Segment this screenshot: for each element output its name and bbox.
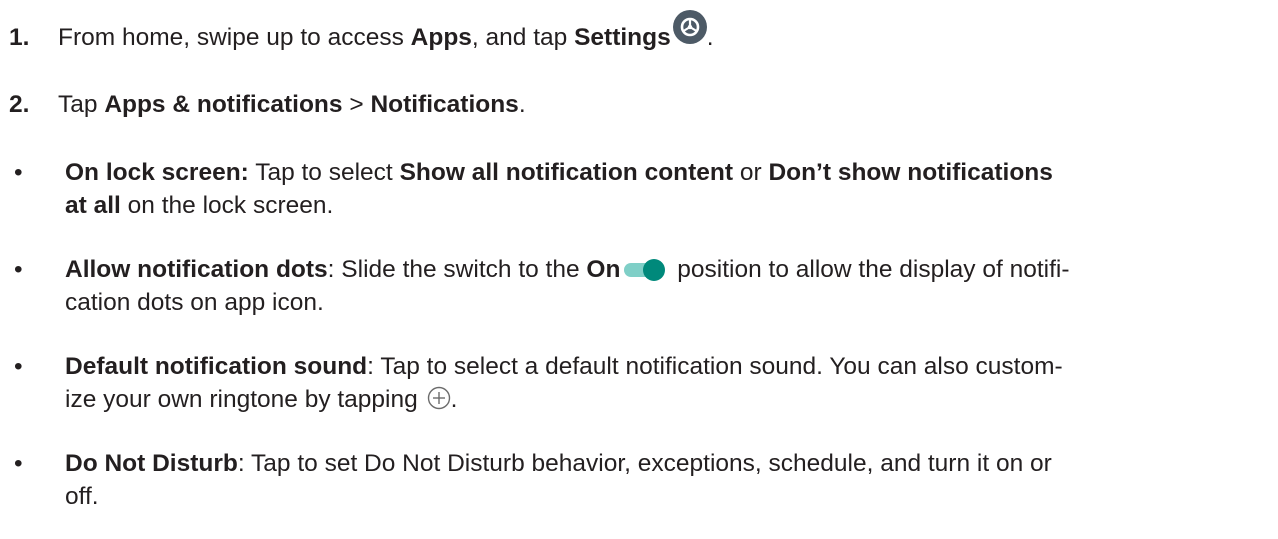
apps-notifications-label: Apps & notifications — [104, 91, 343, 118]
notifications-label: Notifications — [370, 91, 519, 118]
bullet-marker: • — [14, 159, 23, 186]
toggle-on-icon — [624, 257, 666, 281]
bullet-marker: • — [14, 353, 23, 380]
add-circle-icon — [427, 386, 451, 410]
settings-label: Settings — [574, 24, 671, 51]
apps-label: Apps — [410, 24, 472, 51]
bullet-marker: • — [14, 256, 23, 283]
bullet-text: Do Not Disturb: Tap to set Do Not Distur… — [65, 450, 1052, 510]
bullet-text: Allow notification dots: Slide the switc… — [65, 256, 1070, 316]
instructions-page: 1. From home, swipe up to access Apps, a… — [0, 0, 1278, 539]
settings-icon — [672, 9, 707, 44]
bullet-text: On lock screen: Tap to select Show all n… — [65, 159, 1053, 219]
step-text: From home, swipe up to access Apps, and … — [58, 9, 714, 56]
step-number: 2. — [9, 91, 30, 118]
bullet-marker: • — [14, 450, 23, 477]
step-number: 1. — [9, 24, 30, 51]
step-text: Tap Apps & notifications > Notifications… — [58, 91, 526, 118]
bullet-text: Default notification sound: Tap to selec… — [65, 353, 1063, 413]
